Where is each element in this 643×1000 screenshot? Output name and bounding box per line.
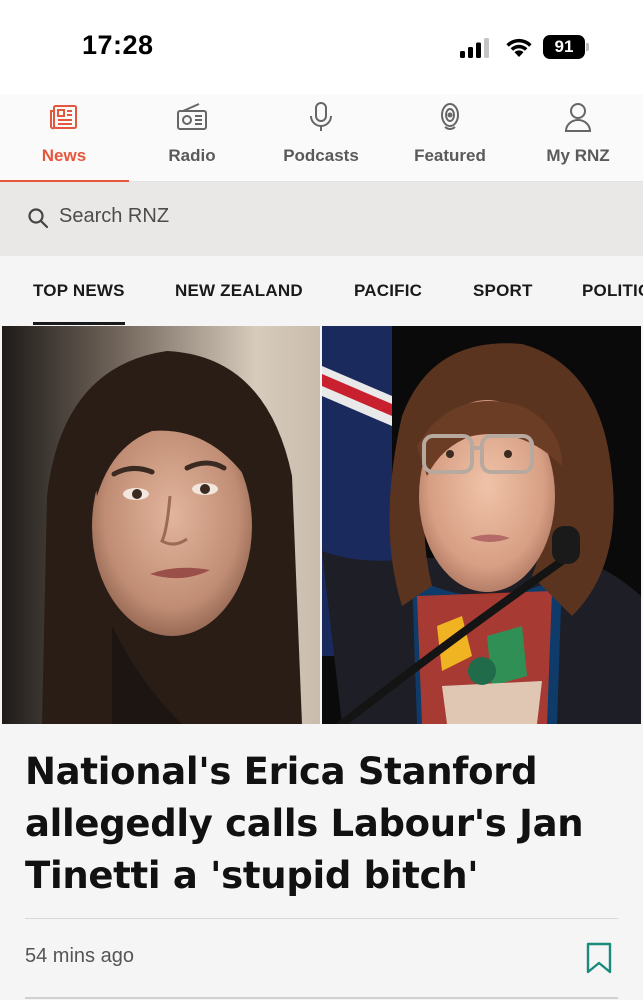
radio-icon — [177, 103, 207, 130]
main-navigation: News Radio Podcasts Featured My RNZ — [0, 94, 643, 183]
category-tabs: TOP NEWS NEW ZEALAND PACIFIC SPORT POLIT… — [0, 256, 643, 326]
nav-item-featured[interactable]: Featured — [386, 94, 514, 182]
newspaper-icon — [50, 105, 77, 130]
nav-item-news[interactable]: News — [0, 94, 129, 183]
nav-item-radio[interactable]: Radio — [128, 94, 256, 182]
featured-icon — [441, 103, 459, 130]
nav-label-featured: Featured — [414, 146, 486, 165]
nav-label-radio: Radio — [168, 146, 216, 165]
nav-label-my-rnz: My RNZ — [546, 146, 610, 165]
status-time: 17:28 — [82, 30, 154, 60]
tab-sport[interactable]: SPORT — [473, 281, 533, 301]
article-timestamp: 54 mins ago — [25, 945, 134, 967]
battery-level: 91 — [543, 35, 585, 59]
tab-active-indicator — [33, 322, 125, 325]
search-icon — [28, 208, 49, 229]
cellular-signal-icon — [460, 38, 489, 58]
tab-top-news[interactable]: TOP NEWS — [33, 281, 125, 301]
battery-icon: 91 — [543, 35, 589, 59]
tab-politics[interactable]: POLITICS — [582, 281, 643, 301]
status-bar: 17:28 91 — [0, 0, 643, 94]
search-input[interactable]: Search RNZ — [59, 205, 169, 228]
nav-label-news: News — [41, 146, 87, 165]
article-image[interactable] — [2, 326, 641, 724]
wifi-icon — [506, 38, 532, 57]
nav-item-podcasts[interactable]: Podcasts — [257, 94, 385, 182]
nav-item-my-rnz[interactable]: My RNZ — [514, 94, 642, 182]
microphone-icon — [310, 102, 332, 131]
tab-pacific[interactable]: PACIFIC — [354, 281, 422, 301]
divider — [25, 918, 618, 919]
photo-right — [322, 326, 641, 724]
divider — [25, 997, 618, 999]
photo-left — [2, 326, 320, 724]
person-icon — [564, 103, 592, 132]
tab-new-zealand[interactable]: NEW ZEALAND — [175, 281, 303, 301]
bookmark-icon[interactable] — [585, 941, 613, 975]
nav-label-podcasts: Podcasts — [283, 146, 359, 165]
article-headline[interactable]: National's Erica Stanford allegedly call… — [25, 746, 625, 902]
